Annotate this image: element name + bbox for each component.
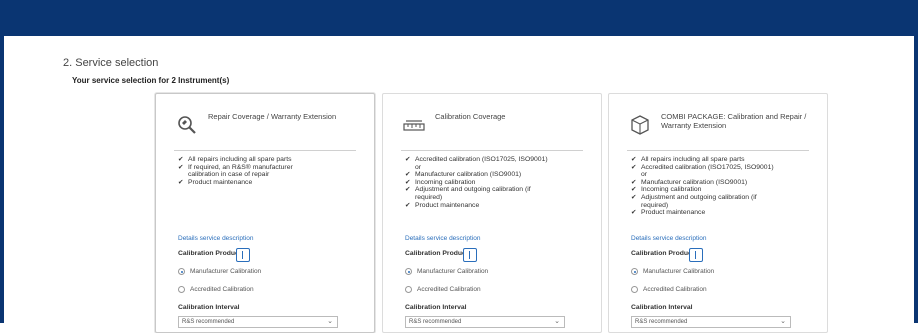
divider xyxy=(627,150,809,151)
radio-label: Accredited Calibration xyxy=(190,286,254,293)
service-card-repair[interactable]: Repair Coverage / Warranty Extension All… xyxy=(155,93,375,333)
radio-unselected-icon[interactable] xyxy=(631,286,638,293)
feature-item: Manufacturer calibration (ISO9001) xyxy=(631,179,816,187)
radio-label: Accredited Calibration xyxy=(643,286,707,293)
radio-selected-icon[interactable] xyxy=(178,268,185,275)
card-title: COMBI PACKAGE: Calibration and Repair / … xyxy=(661,112,807,130)
radio-unselected-icon[interactable] xyxy=(178,286,185,293)
info-icon[interactable] xyxy=(236,248,250,262)
section-subtitle: Your service selection for 2 Instrument(… xyxy=(72,76,230,85)
calibration-product-label: Calibration Product xyxy=(178,250,242,257)
card-title: Calibration Coverage xyxy=(435,112,506,121)
calibration-interval-select[interactable]: R&S recommended ⌄ xyxy=(178,316,338,328)
package-box-icon xyxy=(631,115,649,135)
section-title: 2. Service selection xyxy=(63,57,159,69)
select-value: R&S recommended xyxy=(635,319,688,325)
service-card-calibration[interactable]: Calibration Coverage Accredited calibrat… xyxy=(382,93,602,333)
card-header: Calibration Coverage xyxy=(403,112,583,142)
feature-item: calibration in case of repair xyxy=(188,171,270,179)
radio-label: Accredited Calibration xyxy=(417,286,481,293)
feature-item: If required, an R&S® manufacturer xyxy=(178,164,363,172)
feature-list: All repairs including all spare parts If… xyxy=(178,156,363,186)
radio-unselected-icon[interactable] xyxy=(405,286,412,293)
feature-item: Incoming calibration xyxy=(631,186,816,194)
feature-item: Accredited calibration (ISO17025, ISO900… xyxy=(405,156,590,164)
wrench-magnifier-icon xyxy=(178,116,196,134)
chevron-down-icon: ⌄ xyxy=(780,318,786,325)
radio-accredited-calibration[interactable]: Accredited Calibration xyxy=(631,286,707,293)
feature-item: All repairs including all spare parts xyxy=(178,156,363,164)
divider xyxy=(401,150,583,151)
details-service-link[interactable]: Details service description xyxy=(405,235,481,242)
feature-item: required) xyxy=(641,201,669,209)
feature-item: Incoming calibration xyxy=(405,179,590,187)
radio-label: Manufacturer Calibration xyxy=(643,268,715,275)
calibration-product-label: Calibration Product xyxy=(405,250,469,257)
details-service-link[interactable]: Details service description xyxy=(631,235,707,242)
feature-item: or xyxy=(415,163,422,171)
select-value: R&S recommended xyxy=(182,319,235,325)
radio-accredited-calibration[interactable]: Accredited Calibration xyxy=(178,286,254,293)
card-header: Repair Coverage / Warranty Extension xyxy=(176,112,356,142)
feature-item: Adjustment and outgoing calibration (if xyxy=(631,194,816,202)
radio-label: Manufacturer Calibration xyxy=(417,268,489,275)
radio-label: Manufacturer Calibration xyxy=(190,268,262,275)
chevron-down-icon: ⌄ xyxy=(554,318,560,325)
calibration-interval-label: Calibration Interval xyxy=(178,304,240,311)
service-card-combi-package[interactable]: COMBI PACKAGE: Calibration and Repair / … xyxy=(608,93,828,333)
feature-item: Product maintenance xyxy=(631,209,816,217)
calibration-ruler-icon xyxy=(403,120,425,131)
calibration-interval-select[interactable]: R&S recommended ⌄ xyxy=(405,316,565,328)
feature-item: Adjustment and outgoing calibration (if xyxy=(405,186,590,194)
feature-item: Manufacturer calibration (ISO9001) xyxy=(405,171,590,179)
feature-item: required) xyxy=(415,193,443,201)
radio-accredited-calibration[interactable]: Accredited Calibration xyxy=(405,286,481,293)
info-icon[interactable] xyxy=(463,248,477,262)
calibration-interval-select[interactable]: R&S recommended ⌄ xyxy=(631,316,791,328)
calibration-interval-label: Calibration Interval xyxy=(631,304,693,311)
feature-list: All repairs including all spare parts Ac… xyxy=(631,156,816,217)
feature-item: Product maintenance xyxy=(178,179,363,187)
feature-item: Accredited calibration (ISO17025, ISO900… xyxy=(631,164,816,172)
radio-selected-icon[interactable] xyxy=(405,268,412,275)
card-title: Repair Coverage / Warranty Extension xyxy=(208,112,337,121)
calibration-product-label: Calibration Product xyxy=(631,250,695,257)
radio-manufacturer-calibration[interactable]: Manufacturer Calibration xyxy=(178,268,262,275)
card-header: COMBI PACKAGE: Calibration and Repair / … xyxy=(629,112,809,142)
divider xyxy=(174,150,356,151)
radio-selected-icon[interactable] xyxy=(631,268,638,275)
chevron-down-icon: ⌄ xyxy=(327,318,333,325)
top-header-bar xyxy=(0,0,918,36)
feature-item: All repairs including all spare parts xyxy=(631,156,816,164)
feature-item: Product maintenance xyxy=(405,202,590,210)
info-icon[interactable] xyxy=(689,248,703,262)
select-value: R&S recommended xyxy=(409,319,462,325)
calibration-interval-label: Calibration Interval xyxy=(405,304,467,311)
radio-manufacturer-calibration[interactable]: Manufacturer Calibration xyxy=(405,268,489,275)
details-service-link[interactable]: Details service description xyxy=(178,235,254,242)
feature-list: Accredited calibration (ISO17025, ISO900… xyxy=(405,156,590,209)
feature-item: or xyxy=(641,171,648,179)
radio-manufacturer-calibration[interactable]: Manufacturer Calibration xyxy=(631,268,715,275)
